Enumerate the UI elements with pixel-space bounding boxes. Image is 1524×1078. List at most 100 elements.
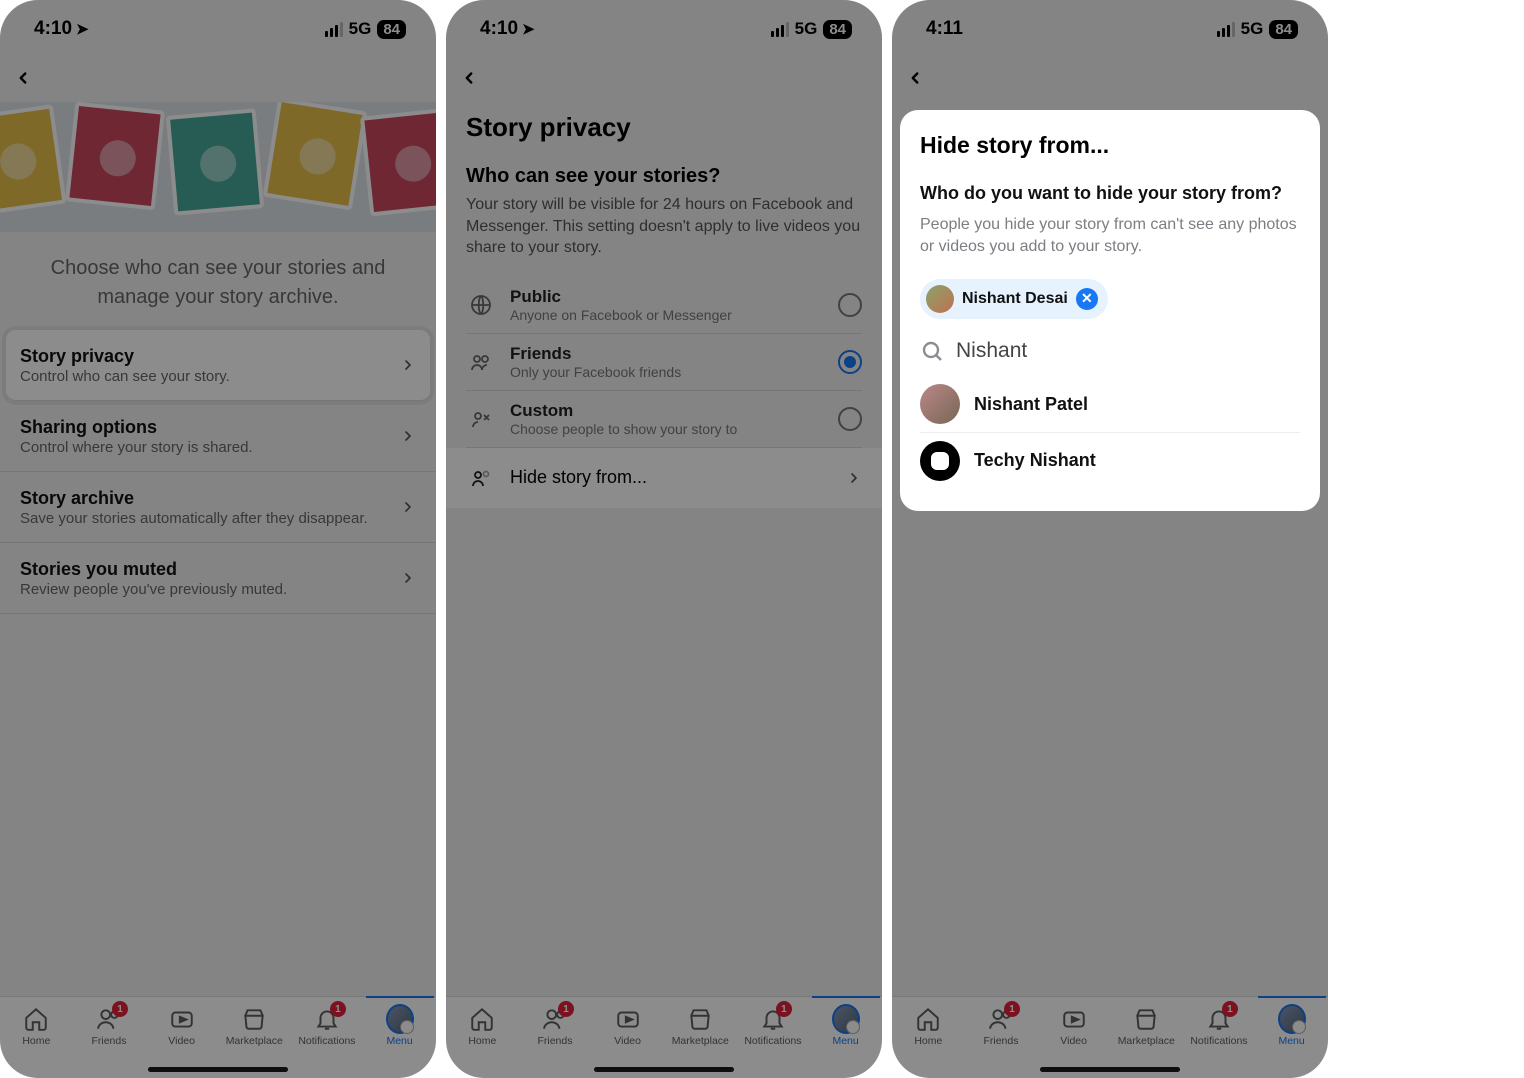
row-story-privacy[interactable]: Story privacy Control who can see your s…	[6, 330, 430, 401]
tab-label: Friends	[91, 1035, 126, 1047]
tab-label: Friends	[537, 1035, 572, 1047]
network-label: 5G	[349, 19, 372, 39]
friends-badge: 1	[1004, 1001, 1020, 1017]
status-time: 4:10	[480, 18, 518, 40]
video-icon	[168, 1005, 196, 1033]
globe-icon	[466, 293, 496, 317]
tab-marketplace[interactable]: Marketplace	[218, 1005, 290, 1047]
row-sub: Save your stories automatically after th…	[20, 510, 400, 527]
section-heading: Who can see your stories?	[466, 165, 862, 188]
tab-menu[interactable]: Menu	[1256, 1005, 1328, 1047]
friends-badge: 1	[112, 1001, 128, 1017]
result-name: Nishant Patel	[974, 394, 1088, 415]
tab-label: Notifications	[298, 1035, 355, 1047]
tab-friends[interactable]: 1 Friends	[73, 1005, 145, 1047]
radio-off-icon[interactable]	[838, 407, 862, 431]
tab-video[interactable]: Video	[1038, 1005, 1110, 1047]
option-public[interactable]: Public Anyone on Facebook or Messenger	[466, 277, 862, 334]
radio-on-icon[interactable]	[838, 350, 862, 374]
status-time: 4:11	[926, 18, 963, 40]
tab-marketplace[interactable]: Marketplace	[664, 1005, 736, 1047]
tab-bar: Home 1Friends Video Marketplace 1Notific…	[446, 996, 882, 1078]
option-custom[interactable]: Custom Choose people to show your story …	[466, 391, 862, 448]
back-button[interactable]	[14, 69, 32, 87]
search-input[interactable]	[956, 339, 1300, 363]
screen-hide-story: 4:11 5G 84 Hide story from... Who do you…	[892, 0, 1328, 1078]
tab-video[interactable]: Video	[146, 1005, 218, 1047]
option-title: Friends	[510, 344, 824, 364]
back-button[interactable]	[460, 69, 478, 87]
row-title: Story privacy	[20, 346, 400, 367]
network-label: 5G	[1241, 19, 1264, 39]
result-avatar	[920, 384, 960, 424]
tab-label: Notifications	[744, 1035, 801, 1047]
chip-avatar	[926, 285, 954, 313]
tab-label: Menu	[386, 1035, 412, 1047]
nav-top	[0, 54, 436, 102]
marketplace-icon	[1132, 1005, 1160, 1033]
tab-home[interactable]: Home	[0, 1005, 72, 1047]
video-icon	[1060, 1005, 1088, 1033]
row-sub: Control where your story is shared.	[20, 439, 400, 456]
tab-marketplace[interactable]: Marketplace	[1110, 1005, 1182, 1047]
tab-label: Home	[914, 1035, 942, 1047]
home-indicator	[594, 1067, 734, 1072]
tab-label: Home	[22, 1035, 50, 1047]
row-sub: Control who can see your story.	[20, 368, 400, 385]
bell-icon: 1	[313, 1005, 341, 1033]
person-minus-icon	[466, 466, 496, 490]
tab-friends[interactable]: 1Friends	[519, 1005, 591, 1047]
nav-top	[446, 54, 882, 102]
tab-notifications[interactable]: 1 Notifications	[1183, 1005, 1255, 1047]
status-bar: 4:11 5G 84	[892, 0, 1328, 54]
result-row[interactable]: Nishant Patel	[920, 377, 1300, 433]
tab-menu[interactable]: Menu	[810, 1005, 882, 1047]
signal-icon	[325, 22, 343, 37]
tab-label: Menu	[1278, 1035, 1304, 1047]
battery-badge: 84	[1269, 20, 1298, 39]
tab-label: Video	[168, 1035, 195, 1047]
option-sub: Choose people to show your story to	[510, 421, 824, 437]
row-title: Story archive	[20, 488, 400, 509]
tab-video[interactable]: Video	[592, 1005, 664, 1047]
row-stories-muted[interactable]: Stories you muted Review people you've p…	[0, 543, 436, 614]
bell-icon: 1	[1205, 1005, 1233, 1033]
radio-off-icon[interactable]	[838, 293, 862, 317]
row-title: Sharing options	[20, 417, 400, 438]
home-indicator	[1040, 1067, 1180, 1072]
tab-label: Marketplace	[226, 1035, 283, 1047]
chip-remove-icon[interactable]: ✕	[1076, 288, 1098, 310]
friends-badge: 1	[558, 1001, 574, 1017]
option-friends[interactable]: Friends Only your Facebook friends	[466, 334, 862, 391]
result-row[interactable]: Techy Nishant	[920, 433, 1300, 489]
tab-label: Menu	[832, 1035, 858, 1047]
back-button[interactable]	[906, 69, 924, 87]
tab-label: Notifications	[1190, 1035, 1247, 1047]
intro-text: Choose who can see your stories and mana…	[0, 232, 436, 330]
option-title: Public	[510, 287, 824, 307]
chevron-right-icon	[400, 499, 416, 515]
chevron-right-icon	[400, 570, 416, 586]
settings-list: Story privacy Control who can see your s…	[0, 330, 436, 614]
option-sub: Only your Facebook friends	[510, 364, 824, 380]
tab-label: Friends	[983, 1035, 1018, 1047]
battery-badge: 84	[823, 20, 852, 39]
tab-notifications[interactable]: 1Notifications	[737, 1005, 809, 1047]
search-icon	[920, 339, 944, 363]
sheet-desc: People you hide your story from can't se…	[920, 214, 1300, 259]
tab-menu[interactable]: Menu	[364, 1005, 436, 1047]
row-sharing-options[interactable]: Sharing options Control where your story…	[0, 401, 436, 472]
tab-notifications[interactable]: 1 Notifications	[291, 1005, 363, 1047]
row-story-archive[interactable]: Story archive Save your stories automati…	[0, 472, 436, 543]
sheet-question: Who do you want to hide your story from?	[920, 183, 1300, 204]
option-hide-story[interactable]: Hide story from...	[446, 448, 882, 508]
home-indicator	[148, 1067, 288, 1072]
marketplace-icon	[240, 1005, 268, 1033]
tab-home[interactable]: Home	[892, 1005, 964, 1047]
selected-person-chip[interactable]: Nishant Desai ✕	[920, 279, 1108, 319]
avatar-icon	[832, 1005, 860, 1033]
tab-friends[interactable]: 1Friends	[965, 1005, 1037, 1047]
status-bar: 4:10 ➤ 5G 84	[446, 0, 882, 54]
tab-home[interactable]: Home	[446, 1005, 518, 1047]
tab-label: Video	[614, 1035, 641, 1047]
